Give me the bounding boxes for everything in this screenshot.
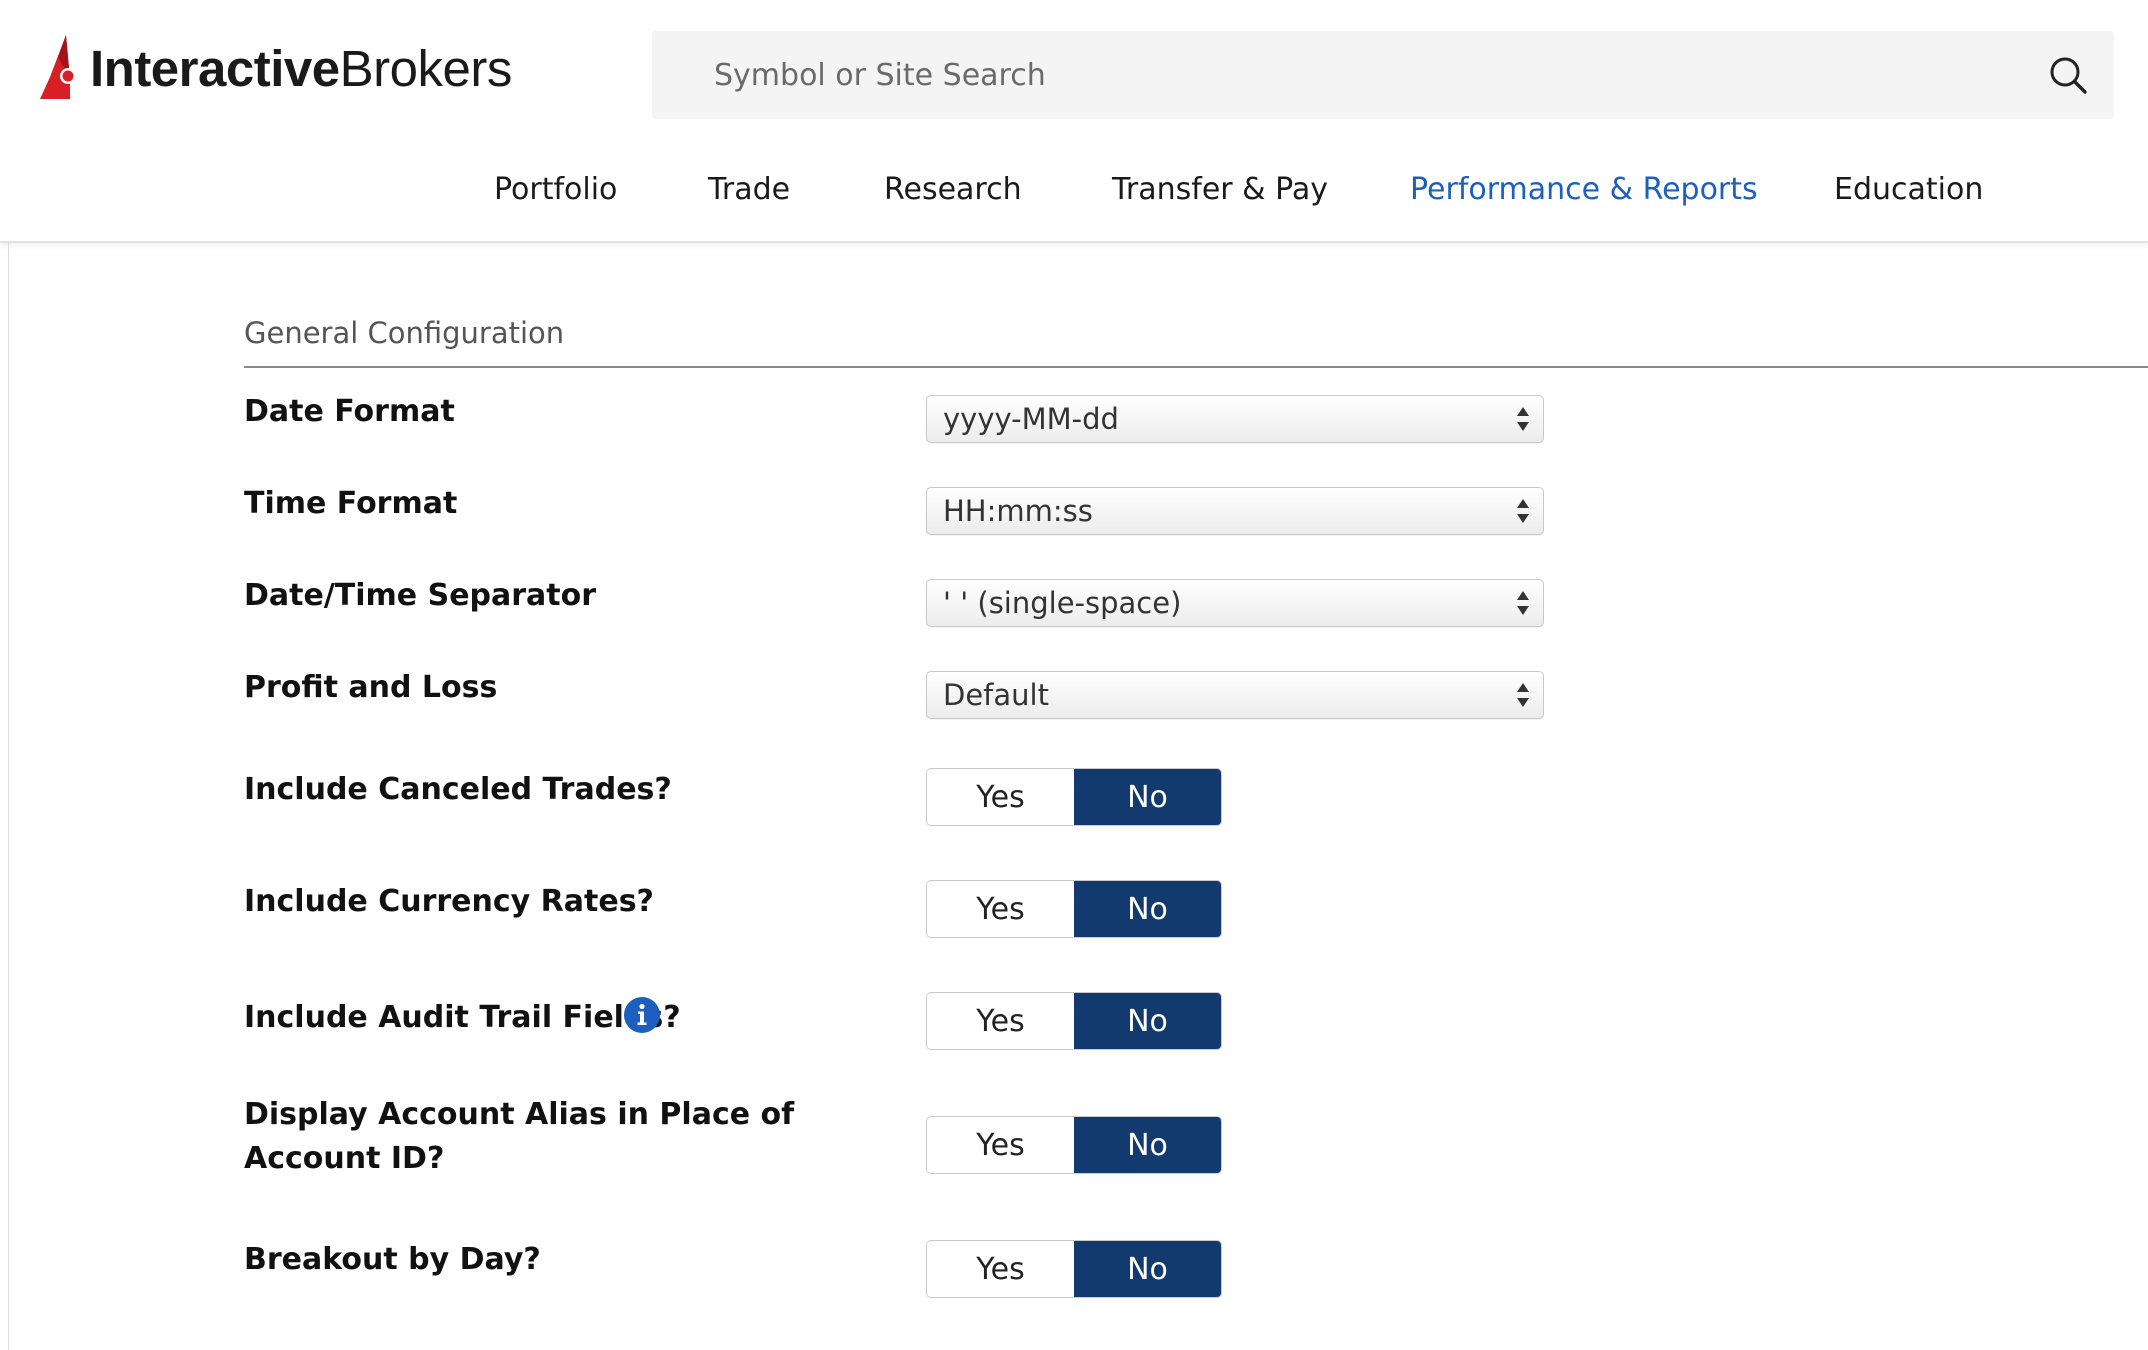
- yes-button[interactable]: Yes: [927, 769, 1074, 825]
- yes-button[interactable]: Yes: [927, 881, 1074, 937]
- section-title: General Configuration: [244, 316, 565, 350]
- logo-text: InteractiveBrokers: [90, 39, 512, 98]
- display-account-alias-toggle: Yes No: [926, 1116, 1222, 1174]
- yes-button[interactable]: Yes: [927, 1117, 1074, 1173]
- no-button[interactable]: No: [1074, 1241, 1221, 1297]
- breakout-by-day-toggle: Yes No: [926, 1240, 1222, 1298]
- section-divider: [244, 366, 2148, 368]
- select-arrows-icon: [1517, 683, 1529, 707]
- profit-loss-label: Profit and Loss: [244, 670, 498, 705]
- include-currency-rates-label: Include Currency Rates?: [244, 884, 654, 919]
- nav-item-performance-reports[interactable]: Performance & Reports: [1410, 172, 1758, 207]
- search-input[interactable]: [714, 31, 2014, 119]
- time-format-select[interactable]: HH:mm:ss: [926, 487, 1544, 535]
- date-format-value: yyyy-MM-dd: [943, 402, 1119, 436]
- no-button[interactable]: No: [1074, 881, 1221, 937]
- search-icon[interactable]: [2048, 55, 2088, 95]
- nav-item-transfer-pay[interactable]: Transfer & Pay: [1112, 172, 1328, 207]
- logo[interactable]: InteractiveBrokers: [40, 28, 512, 108]
- search-bar: [652, 31, 2114, 119]
- no-button[interactable]: No: [1074, 993, 1221, 1049]
- date-time-separator-select[interactable]: ' ' (single-space): [926, 579, 1544, 627]
- yes-button[interactable]: Yes: [927, 1241, 1074, 1297]
- time-format-label: Time Format: [244, 486, 458, 521]
- nav-item-education[interactable]: Education: [1834, 172, 1983, 207]
- date-time-separator-label: Date/Time Separator: [244, 578, 597, 613]
- include-audit-trail-toggle: Yes No: [926, 992, 1222, 1050]
- select-arrows-icon: [1517, 591, 1529, 615]
- logo-text-light: Brokers: [339, 39, 513, 97]
- content-left-border: [8, 243, 9, 1350]
- select-arrows-icon: [1517, 407, 1529, 431]
- include-canceled-trades-label: Include Canceled Trades?: [244, 772, 672, 807]
- info-icon[interactable]: [624, 997, 660, 1033]
- nav-item-trade[interactable]: Trade: [708, 172, 790, 207]
- logo-mark-icon: [40, 35, 76, 99]
- select-arrows-icon: [1517, 499, 1529, 523]
- yes-button[interactable]: Yes: [927, 993, 1074, 1049]
- include-canceled-trades-toggle: Yes No: [926, 768, 1222, 826]
- nav-item-portfolio[interactable]: Portfolio: [494, 172, 617, 207]
- breakout-by-day-label: Breakout by Day?: [244, 1242, 541, 1277]
- profit-loss-value: Default: [943, 678, 1049, 712]
- time-format-value: HH:mm:ss: [943, 494, 1093, 528]
- include-audit-trail-label: Include Audit Trail Fields?: [244, 1000, 681, 1035]
- nav-item-research[interactable]: Research: [884, 172, 1022, 207]
- date-format-label: Date Format: [244, 394, 455, 429]
- logo-text-bold: Interactive: [90, 39, 340, 97]
- site-header: InteractiveBrokers Portfolio Trade Resea…: [0, 0, 2148, 243]
- date-time-separator-value: ' ' (single-space): [943, 586, 1182, 620]
- profit-loss-select[interactable]: Default: [926, 671, 1544, 719]
- main-nav: Portfolio Trade Research Transfer & Pay …: [0, 168, 2148, 224]
- include-currency-rates-toggle: Yes No: [926, 880, 1222, 938]
- no-button[interactable]: No: [1074, 1117, 1221, 1173]
- display-account-alias-label: Display Account Alias in Place of Accoun…: [244, 1097, 795, 1176]
- no-button[interactable]: No: [1074, 769, 1221, 825]
- date-format-select[interactable]: yyyy-MM-dd: [926, 395, 1544, 443]
